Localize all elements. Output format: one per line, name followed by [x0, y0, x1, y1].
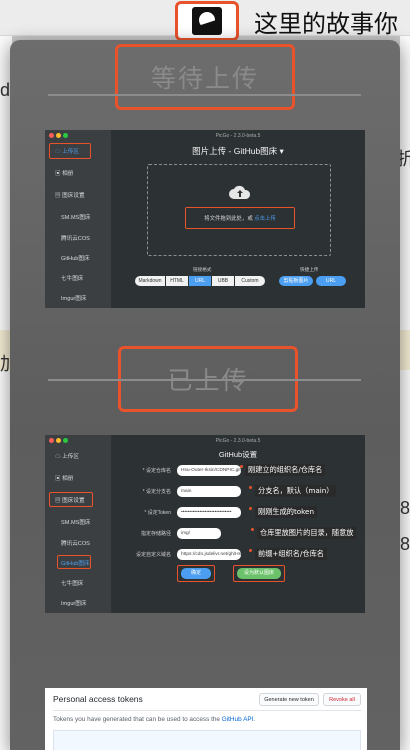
format-html-button[interactable]: HTML	[166, 276, 188, 286]
domain-label: 设定自定义域名	[135, 552, 171, 558]
github-api-link[interactable]: GitHub API	[222, 716, 254, 723]
repo-label: * 设定仓库名	[142, 468, 171, 474]
section-waiting-upload: 等待上传	[115, 44, 295, 110]
format-custom-button[interactable]: Custom	[235, 276, 265, 286]
branch-annotation: 分支名，默认（main）	[255, 485, 337, 497]
sidebar-item-imgur[interactable]: Imgur图床	[61, 294, 87, 302]
marker-dot	[240, 465, 243, 468]
app-version: PicGo - 2.3.0-beta.5	[215, 438, 261, 444]
repo-input[interactable]: Hsu-Outer-Iksin/CDNPIC.git	[177, 465, 241, 476]
sidebar-item-album[interactable]: ▣ 相册	[55, 169, 73, 177]
divider	[48, 94, 361, 96]
token-annotation: 刚刚生成的token	[255, 506, 318, 518]
picgo-main: PicGo - 2.3.0-beta.5 图片上传 - GitHub图床 ▾ 将…	[111, 130, 365, 308]
close-dot-icon[interactable]	[49, 438, 54, 443]
sidebar-item-settings[interactable]: ▤ 图床设置	[55, 496, 85, 504]
background-text: 8	[400, 498, 410, 518]
picgo-sidebar: ☁ 上传区 ▣ 相册 ▤ 图床设置 SM.MS图床 腾讯云COS GitHub图…	[45, 130, 111, 308]
zoom-dot-icon[interactable]	[63, 133, 68, 138]
domain-input[interactable]: https://cdn.jsdelivr.net/gh/Hsu-	[177, 549, 241, 560]
sidebar-item-imgur[interactable]: Imgur图床	[61, 599, 87, 607]
page-title: GitHub设置	[218, 450, 258, 459]
marker-dot	[249, 486, 252, 489]
url-upload-button[interactable]: URL	[316, 276, 346, 286]
generate-token-button[interactable]: Generate new token	[259, 693, 319, 706]
branch-label: * 设定分支名	[142, 489, 171, 495]
picgo-tray-popup: 等待上传 ☁ 上传区 ▣ 相册 ▤ 图床设置 SM.MS图床 腾讯云COS Gi…	[10, 40, 400, 750]
path-label: 指定存储路径	[140, 531, 171, 537]
background-text: 8	[400, 534, 410, 554]
menubar-title: 这里的故事你	[254, 10, 398, 38]
set-default-button[interactable]: 设为默认图床	[237, 568, 281, 579]
path-annotation: 仓库里放图片的目录，随意放	[257, 527, 357, 539]
minimize-dot-icon[interactable]	[56, 133, 61, 138]
divider	[48, 379, 361, 381]
picgo-menubar-icon[interactable]	[175, 1, 239, 41]
close-dot-icon[interactable]	[49, 133, 54, 138]
drop-zone[interactable]: 将文件拖到此处，或 点击上传	[147, 164, 331, 256]
format-ubb-button[interactable]: UBB	[212, 276, 234, 286]
sidebar-item-smms[interactable]: SM.MS图床	[61, 518, 91, 526]
sidebar-item-qiniu[interactable]: 七牛图床	[61, 274, 83, 282]
sidebar-item-github[interactable]: GitHub图床	[61, 559, 90, 567]
page-title[interactable]: 图片上传 - GitHub图床 ▾	[111, 145, 365, 157]
sidebar-item-upload[interactable]: ☁ 上传区	[55, 147, 79, 155]
picgo-settings-screenshot: ☁ 上传区 ▣ 相册 ▤ 图床设置 SM.MS图床 腾讯云COS GitHub图…	[45, 435, 365, 613]
branch-input[interactable]: main	[177, 486, 241, 497]
repo-annotation: 刚建立的组织名/仓库名	[245, 464, 326, 476]
format-label: 链接格式	[193, 267, 212, 272]
sidebar-item-smms[interactable]: SM.MS图床	[61, 213, 91, 221]
quick-upload-label: 快捷上传	[300, 267, 319, 272]
sidebar-item-github[interactable]: GitHub图床	[61, 254, 90, 262]
marker-dot	[251, 528, 254, 531]
divider	[53, 710, 361, 711]
domain-annotation: 前缀+组织名/仓库名	[255, 548, 327, 560]
upload-cloud-icon	[229, 185, 251, 199]
sidebar-item-album[interactable]: ▣ 相册	[55, 474, 73, 482]
picgo-logo-icon	[192, 7, 222, 35]
marker-dot	[249, 549, 252, 552]
format-markdown-button[interactable]: Markdown	[135, 276, 165, 286]
token-label: * 设定Token	[144, 510, 171, 516]
sidebar-item-settings[interactable]: ▤ 图床设置	[55, 191, 85, 199]
zoom-dot-icon[interactable]	[63, 438, 68, 443]
picgo-upload-screenshot: ☁ 上传区 ▣ 相册 ▤ 图床设置 SM.MS图床 腾讯云COS GitHub图…	[45, 130, 365, 308]
picgo-main: PicGo - 2.3.0-beta.5 GitHub设置 * 设定仓库名 Hs…	[111, 435, 365, 613]
sidebar-item-cos[interactable]: 腾讯云COS	[61, 234, 90, 242]
token-list-box	[53, 730, 361, 750]
minimize-dot-icon[interactable]	[56, 438, 61, 443]
sidebar-item-upload[interactable]: ☁ 上传区	[55, 452, 79, 460]
confirm-button[interactable]: 确定	[181, 568, 211, 579]
revoke-all-button[interactable]: Revoke all	[323, 693, 361, 706]
drop-hint: 将文件拖到此处，或 点击上传	[204, 216, 276, 222]
background-text: d	[0, 80, 11, 100]
picgo-sidebar: ☁ 上传区 ▣ 相册 ▤ 图床设置 SM.MS图床 腾讯云COS GitHub图…	[45, 435, 111, 613]
marker-dot	[249, 507, 252, 510]
token-input[interactable]: ••••••••••••••••••••••••••••••	[177, 507, 241, 518]
github-description: Tokens you have generated that can be us…	[53, 716, 256, 723]
path-input[interactable]: img/	[177, 528, 221, 539]
sidebar-item-cos[interactable]: 腾讯云COS	[61, 539, 90, 547]
click-upload-link[interactable]: 点击上传	[254, 216, 276, 222]
app-version: PicGo - 2.3.0-beta.5	[215, 133, 261, 139]
sidebar-item-qiniu[interactable]: 七牛图床	[61, 579, 83, 587]
github-tokens-panel: Personal access tokens Generate new toke…	[45, 688, 367, 750]
format-url-button[interactable]: URL	[189, 276, 211, 286]
github-page-title: Personal access tokens	[53, 694, 143, 704]
clipboard-upload-button[interactable]: 剪贴板图片	[279, 276, 313, 286]
background-window-right	[400, 36, 410, 750]
